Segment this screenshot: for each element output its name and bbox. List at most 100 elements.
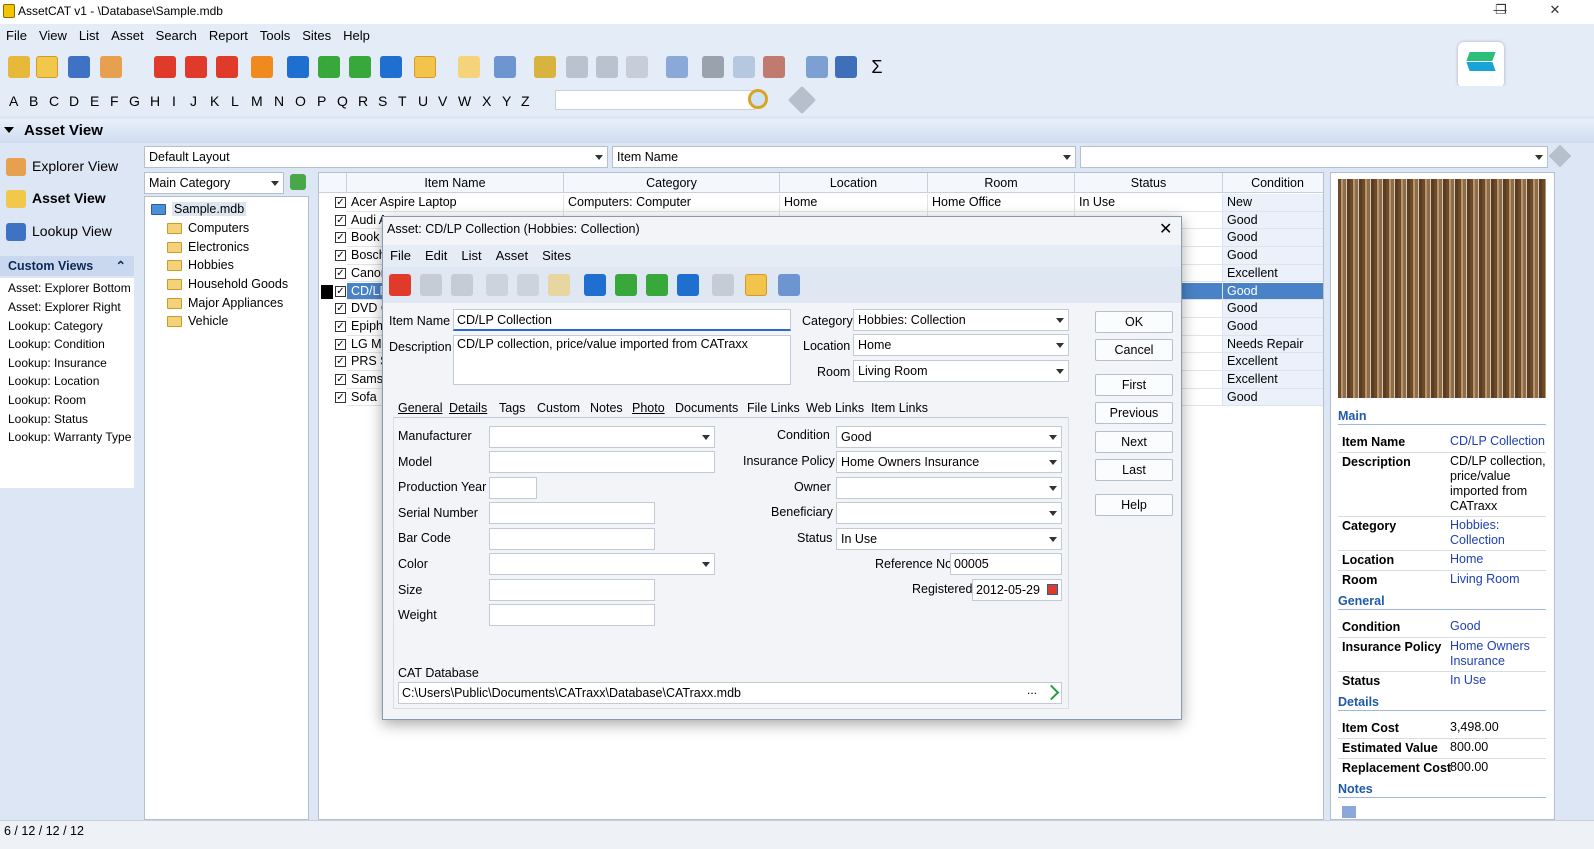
explorer-icon[interactable]: [100, 56, 122, 78]
first-button[interactable]: First: [1095, 374, 1173, 396]
up-icon[interactable]: [185, 56, 207, 78]
dialog-menu-list[interactable]: List: [454, 245, 488, 266]
calendar-icon[interactable]: [1047, 584, 1058, 595]
maximize-button[interactable]: ❐: [1486, 2, 1516, 22]
table-row[interactable]: ✓ Acer Aspire Laptop Computers: Computer Ho…: [319, 194, 1323, 212]
edit-icon[interactable]: [712, 274, 734, 296]
alpha-t[interactable]: T: [398, 93, 407, 109]
tab-custom[interactable]: Custom: [537, 399, 580, 417]
next-button[interactable]: Next: [1095, 431, 1173, 453]
panel-location-link[interactable]: Home: [1450, 552, 1548, 567]
grid-icon[interactable]: [778, 274, 800, 296]
menu-help[interactable]: Help: [337, 24, 376, 43]
windows-icon[interactable]: [626, 56, 648, 78]
copy-icon[interactable]: [517, 274, 539, 296]
asset-view-icon[interactable]: [36, 56, 58, 78]
cancel-button[interactable]: Cancel: [1095, 339, 1173, 361]
row-checkbox[interactable]: ✓: [335, 232, 346, 244]
tree-folder-electronics[interactable]: Electronics: [167, 238, 249, 256]
export-icon[interactable]: [763, 56, 785, 78]
previous-record-icon[interactable]: [615, 274, 637, 296]
manufacturer-select[interactable]: [489, 426, 715, 448]
tab-tags[interactable]: Tags: [499, 399, 525, 417]
alpha-e[interactable]: E: [90, 93, 99, 109]
column-header-condition[interactable]: Condition: [1223, 173, 1323, 193]
item-name-input[interactable]: CD/LP Collection: [453, 309, 791, 331]
column-header-item-name[interactable]: Item Name: [347, 173, 564, 193]
tab-photo[interactable]: Photo: [632, 399, 665, 417]
checkmark-icon[interactable]: [745, 274, 767, 296]
next-record-icon[interactable]: [349, 56, 371, 78]
notes-edit-icon[interactable]: [1342, 806, 1356, 818]
alpha-a[interactable]: A: [9, 93, 18, 109]
back-arrow-icon[interactable]: [566, 56, 588, 78]
sigma-icon[interactable]: Σ: [866, 56, 888, 78]
field-select[interactable]: Item Name: [612, 146, 1076, 168]
custom-view-item[interactable]: Lookup: Category: [0, 317, 134, 336]
model-input[interactable]: [489, 451, 715, 473]
custom-view-item[interactable]: Lookup: Insurance: [0, 354, 134, 373]
alpha-q[interactable]: Q: [337, 93, 348, 109]
html-icon[interactable]: [806, 56, 828, 78]
tree-folder-vehicle[interactable]: Vehicle: [167, 312, 228, 330]
tree-folder-computers[interactable]: Computers: [167, 219, 249, 237]
row-checkbox[interactable]: ✓: [335, 197, 346, 208]
alpha-k[interactable]: K: [210, 93, 219, 109]
dialog-menu-file[interactable]: File: [383, 245, 418, 266]
ok-button[interactable]: OK: [1095, 311, 1173, 333]
row-checkbox[interactable]: ✓: [335, 285, 346, 297]
tab-item-links[interactable]: Item Links: [871, 399, 928, 417]
row-checkbox[interactable]: ✓: [335, 320, 346, 332]
location-select[interactable]: Home: [853, 334, 1069, 356]
description-textarea[interactable]: CD/LP collection, price/value imported f…: [453, 335, 791, 385]
alpha-j[interactable]: J: [190, 93, 197, 109]
help-button[interactable]: Help: [1095, 494, 1173, 516]
tab-documents[interactable]: Documents: [675, 399, 738, 417]
layout-select[interactable]: Default Layout: [144, 146, 608, 168]
row-checkbox[interactable]: ✓: [335, 374, 346, 385]
condition-select[interactable]: Good: [836, 426, 1062, 448]
previous-record-icon[interactable]: [318, 56, 340, 78]
print-icon[interactable]: [702, 56, 724, 78]
tree-folder-hobbies[interactable]: Hobbies: [167, 256, 234, 274]
last-record-icon[interactable]: [380, 56, 402, 78]
report-icon[interactable]: [666, 56, 688, 78]
alpha-l[interactable]: L: [231, 93, 239, 109]
previous-button[interactable]: Previous: [1095, 402, 1173, 424]
weight-input[interactable]: [489, 604, 655, 626]
custom-view-item[interactable]: Lookup: Room: [0, 391, 134, 410]
panel-item-name-link[interactable]: CD/LP Collection: [1450, 434, 1548, 449]
dialog-close-icon[interactable]: ✕: [1159, 219, 1172, 239]
nav-lookup-view[interactable]: Lookup View: [6, 218, 132, 244]
alpha-r[interactable]: R: [358, 93, 368, 109]
nav-asset-view[interactable]: Asset View: [6, 185, 132, 211]
menu-sites[interactable]: Sites: [296, 24, 337, 43]
custom-view-item[interactable]: Lookup: Status: [0, 410, 134, 429]
row-checkbox[interactable]: ✓: [335, 356, 346, 368]
alpha-x[interactable]: X: [482, 93, 491, 109]
serial-number-input[interactable]: [489, 502, 655, 524]
alpha-i[interactable]: I: [172, 93, 176, 109]
search-icon[interactable]: [748, 89, 768, 109]
group-select[interactable]: Main Category: [144, 172, 284, 194]
tree-folder-household[interactable]: Household Goods: [167, 275, 288, 293]
alpha-u[interactable]: U: [418, 93, 428, 109]
row-checkbox[interactable]: ✓: [335, 391, 346, 403]
tree-folder-appliances[interactable]: Major Appliances: [167, 294, 283, 312]
alpha-h[interactable]: H: [150, 93, 160, 109]
alpha-c[interactable]: C: [49, 93, 59, 109]
binoculars-icon[interactable]: [534, 56, 556, 78]
tab-details[interactable]: Details: [449, 399, 487, 417]
tab-web-links[interactable]: Web Links: [806, 399, 864, 417]
column-header-room[interactable]: Room: [928, 173, 1075, 193]
add-icon[interactable]: [389, 274, 411, 296]
room-select[interactable]: Living Room: [853, 360, 1069, 382]
alpha-o[interactable]: O: [295, 93, 306, 109]
alpha-n[interactable]: N: [274, 93, 284, 109]
menu-search[interactable]: Search: [150, 24, 203, 43]
alpha-g[interactable]: G: [129, 93, 140, 109]
insurance-policy-select[interactable]: Home Owners Insurance: [836, 451, 1062, 473]
size-input[interactable]: [489, 579, 655, 601]
panel-status-link[interactable]: In Use: [1450, 673, 1548, 688]
alpha-z[interactable]: Z: [521, 93, 530, 109]
